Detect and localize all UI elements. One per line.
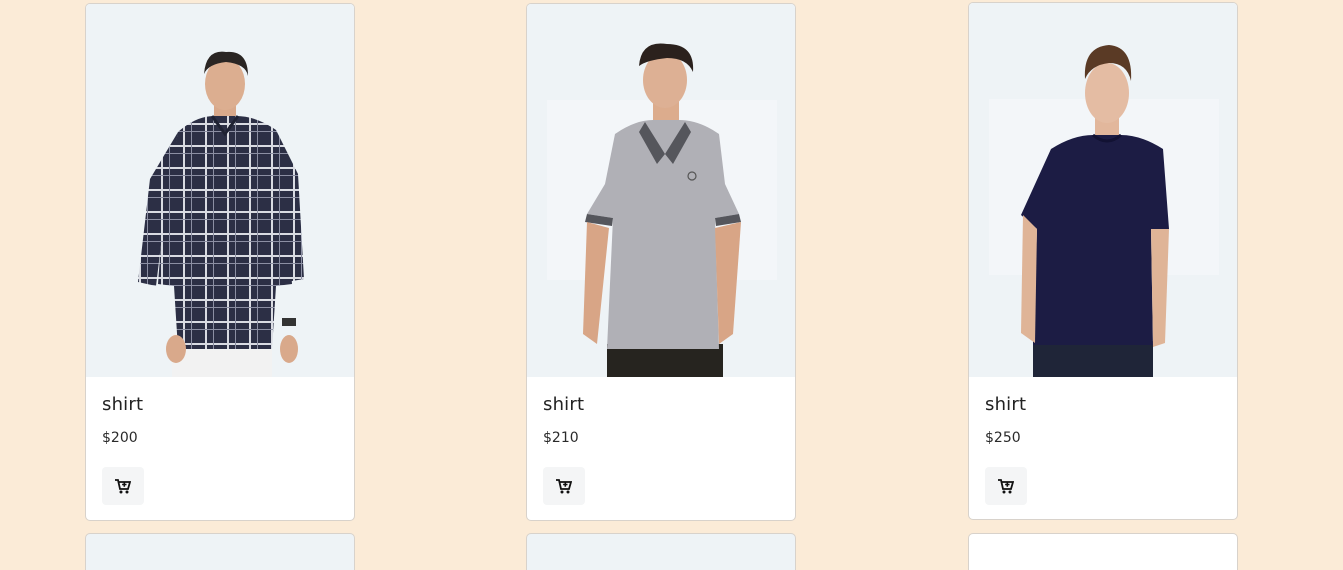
cart-plus-icon — [115, 478, 131, 493]
product-card[interactable]: shirt $210 — [526, 3, 796, 521]
plaid-shirt-model-image — [138, 51, 304, 377]
product-name[interactable]: shirt — [102, 394, 143, 415]
cart-plus-icon — [998, 478, 1014, 493]
product-price: $210 — [543, 430, 579, 446]
product-card[interactable]: shirt $200 — [85, 3, 355, 521]
add-to-cart-button[interactable] — [543, 467, 585, 505]
add-to-cart-button[interactable] — [985, 467, 1027, 505]
cart-plus-icon — [556, 478, 572, 493]
product-grid: shirt $200 shirt $210 shirt $250 — [0, 0, 1343, 570]
product-image[interactable] — [527, 4, 795, 377]
product-card-partial[interactable] — [85, 533, 355, 570]
navy-tshirt-model-image — [989, 45, 1219, 377]
product-card-partial[interactable] — [526, 533, 796, 570]
grey-polo-model-image — [547, 43, 777, 377]
product-price: $200 — [102, 430, 138, 446]
product-name[interactable]: shirt — [985, 394, 1026, 415]
product-price: $250 — [985, 430, 1021, 446]
product-card-partial[interactable] — [968, 533, 1238, 570]
product-card[interactable]: shirt $250 — [968, 2, 1238, 520]
product-image[interactable] — [969, 3, 1237, 377]
product-image[interactable] — [86, 4, 354, 377]
add-to-cart-button[interactable] — [102, 467, 144, 505]
product-name[interactable]: shirt — [543, 394, 584, 415]
